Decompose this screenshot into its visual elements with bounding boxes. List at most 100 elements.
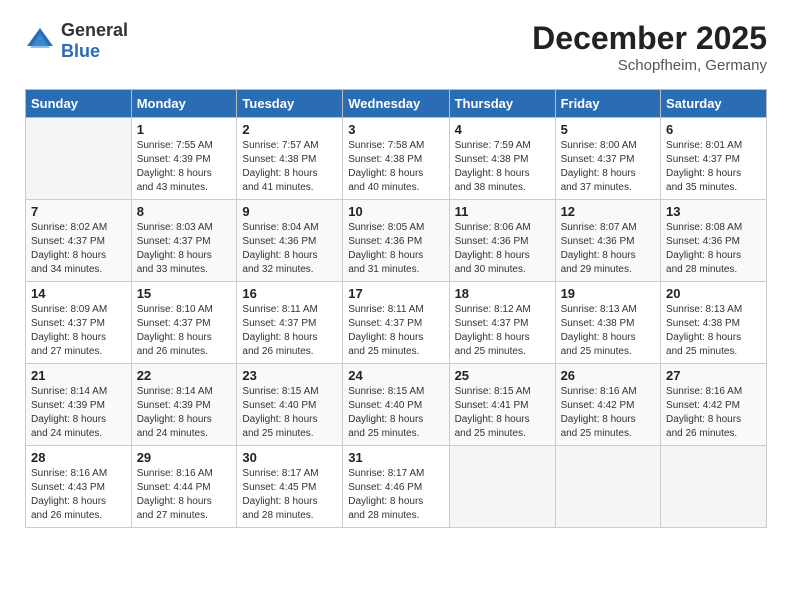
day-number: 24 bbox=[348, 368, 443, 383]
calendar-week-1: 1Sunrise: 7:55 AMSunset: 4:39 PMDaylight… bbox=[26, 118, 767, 200]
day-info: Sunrise: 8:13 AMSunset: 4:38 PMDaylight:… bbox=[561, 303, 655, 359]
day-number: 19 bbox=[561, 286, 655, 301]
day-info: Sunrise: 8:11 AMSunset: 4:37 PMDaylight:… bbox=[242, 303, 337, 359]
day-info: Sunrise: 8:06 AMSunset: 4:36 PMDaylight:… bbox=[455, 221, 550, 277]
calendar-cell: 6 Sunrise: 8:01 AMSunset: 4:37 PMDaylight… bbox=[661, 118, 767, 200]
calendar-cell: 20 Sunrise: 8:13 AMSunset: 4:38 PMDayligh… bbox=[661, 282, 767, 364]
day-number: 7 bbox=[31, 204, 126, 219]
day-info: Sunrise: 8:10 AMSunset: 4:37 PMDaylight:… bbox=[137, 303, 232, 359]
day-number: 14 bbox=[31, 286, 126, 301]
day-number: 31 bbox=[348, 450, 443, 465]
day-info: Sunrise: 7:59 AMSunset: 4:38 PMDaylight:… bbox=[455, 139, 550, 195]
calendar-cell: 31 Sunrise: 8:17 AMSunset: 4:46 PMDayligh… bbox=[343, 446, 449, 528]
day-info: Sunrise: 8:16 AMSunset: 4:42 PMDaylight:… bbox=[666, 385, 761, 441]
calendar-cell: 5 Sunrise: 8:00 AMSunset: 4:37 PMDaylight… bbox=[555, 118, 660, 200]
calendar-week-5: 28 Sunrise: 8:16 AMSunset: 4:43 PMDayligh… bbox=[26, 446, 767, 528]
day-number: 6 bbox=[666, 122, 761, 137]
day-info: Sunrise: 8:17 AMSunset: 4:46 PMDaylight:… bbox=[348, 467, 443, 523]
day-number: 17 bbox=[348, 286, 443, 301]
day-number: 15 bbox=[137, 286, 232, 301]
day-info: Sunrise: 7:58 AMSunset: 4:38 PMDaylight:… bbox=[348, 139, 443, 195]
day-number: 23 bbox=[242, 368, 337, 383]
day-info: Sunrise: 8:15 AMSunset: 4:40 PMDaylight:… bbox=[348, 385, 443, 441]
calendar-cell: 9Sunrise: 8:04 AMSunset: 4:36 PMDaylight… bbox=[237, 200, 343, 282]
day-number: 9 bbox=[242, 204, 337, 219]
day-info: Sunrise: 8:17 AMSunset: 4:45 PMDaylight:… bbox=[242, 467, 337, 523]
logo-icon bbox=[25, 26, 55, 56]
day-number: 30 bbox=[242, 450, 337, 465]
day-info: Sunrise: 8:08 AMSunset: 4:36 PMDaylight:… bbox=[666, 221, 761, 277]
calendar-cell: 3 Sunrise: 7:58 AMSunset: 4:38 PMDaylight… bbox=[343, 118, 449, 200]
column-header-wednesday: Wednesday bbox=[343, 90, 449, 118]
day-info: Sunrise: 7:57 AMSunset: 4:38 PMDaylight:… bbox=[242, 139, 337, 195]
day-number: 27 bbox=[666, 368, 761, 383]
day-number: 16 bbox=[242, 286, 337, 301]
day-info: Sunrise: 8:16 AMSunset: 4:43 PMDaylight:… bbox=[31, 467, 126, 523]
calendar-cell bbox=[661, 446, 767, 528]
day-info: Sunrise: 8:15 AMSunset: 4:41 PMDaylight:… bbox=[455, 385, 550, 441]
day-info: Sunrise: 8:00 AMSunset: 4:37 PMDaylight:… bbox=[561, 139, 655, 195]
day-number: 12 bbox=[561, 204, 655, 219]
day-number: 28 bbox=[31, 450, 126, 465]
calendar-cell: 18 Sunrise: 8:12 AMSunset: 4:37 PMDayligh… bbox=[449, 282, 555, 364]
calendar-cell: 4 Sunrise: 7:59 AMSunset: 4:38 PMDaylight… bbox=[449, 118, 555, 200]
calendar-cell bbox=[26, 118, 132, 200]
day-number: 13 bbox=[666, 204, 761, 219]
day-info: Sunrise: 7:55 AMSunset: 4:39 PMDaylight:… bbox=[137, 139, 232, 195]
day-number: 10 bbox=[348, 204, 443, 219]
day-number: 11 bbox=[455, 204, 550, 219]
day-info: Sunrise: 8:15 AMSunset: 4:40 PMDaylight:… bbox=[242, 385, 337, 441]
day-info: Sunrise: 8:16 AMSunset: 4:44 PMDaylight:… bbox=[137, 467, 232, 523]
calendar-cell: 23 Sunrise: 8:15 AMSunset: 4:40 PMDayligh… bbox=[237, 364, 343, 446]
day-info: Sunrise: 8:03 AMSunset: 4:37 PMDaylight:… bbox=[137, 221, 232, 277]
calendar-cell: 29 Sunrise: 8:16 AMSunset: 4:44 PMDayligh… bbox=[131, 446, 237, 528]
column-header-friday: Friday bbox=[555, 90, 660, 118]
location-subtitle: Schopfheim, Germany bbox=[532, 57, 767, 74]
calendar-cell: 21Sunrise: 8:14 AMSunset: 4:39 PMDayligh… bbox=[26, 364, 132, 446]
day-number: 8 bbox=[137, 204, 232, 219]
calendar-cell bbox=[449, 446, 555, 528]
column-header-tuesday: Tuesday bbox=[237, 90, 343, 118]
day-number: 20 bbox=[666, 286, 761, 301]
calendar-cell: 8 Sunrise: 8:03 AMSunset: 4:37 PMDaylight… bbox=[131, 200, 237, 282]
day-number: 22 bbox=[137, 368, 232, 383]
calendar-header-row: SundayMondayTuesdayWednesdayThursdayFrid… bbox=[26, 90, 767, 118]
column-header-thursday: Thursday bbox=[449, 90, 555, 118]
calendar-body: 1Sunrise: 7:55 AMSunset: 4:39 PMDaylight… bbox=[26, 118, 767, 528]
calendar-cell: 28 Sunrise: 8:16 AMSunset: 4:43 PMDayligh… bbox=[26, 446, 132, 528]
day-number: 29 bbox=[137, 450, 232, 465]
calendar-cell: 24 Sunrise: 8:15 AMSunset: 4:40 PMDayligh… bbox=[343, 364, 449, 446]
calendar-cell: 16 Sunrise: 8:11 AMSunset: 4:37 PMDayligh… bbox=[237, 282, 343, 364]
day-info: Sunrise: 8:01 AMSunset: 4:37 PMDaylight:… bbox=[666, 139, 761, 195]
calendar-week-4: 21 Sunrise: 8:14 AMSunset: 4:39 PMDayligh… bbox=[26, 364, 767, 446]
month-title: December 2025 bbox=[532, 20, 767, 57]
day-info: Sunrise: 8:05 AMSunset: 4:36 PMDaylight:… bbox=[348, 221, 443, 277]
day-info: Sunrise: 8:12 AMSunset: 4:37 PMDaylight:… bbox=[455, 303, 550, 359]
title-block: December 2025 Schopfheim, Germany bbox=[532, 20, 767, 74]
calendar-cell: 1Sunrise: 7:55 AMSunset: 4:39 PMDaylight… bbox=[131, 118, 237, 200]
day-number: 26 bbox=[561, 368, 655, 383]
day-number: 5 bbox=[561, 122, 655, 137]
day-number: 25 bbox=[455, 368, 550, 383]
day-info: Sunrise: 8:07 AMSunset: 4:36 PMDaylight:… bbox=[561, 221, 655, 277]
day-info: Sunrise: 8:11 AMSunset: 4:37 PMDaylight:… bbox=[348, 303, 443, 359]
day-number: 3 bbox=[348, 122, 443, 137]
day-number: 4 bbox=[455, 122, 550, 137]
calendar-cell: 14Sunrise: 8:09 AMSunset: 4:37 PMDayligh… bbox=[26, 282, 132, 364]
column-header-saturday: Saturday bbox=[661, 90, 767, 118]
day-number: 2 bbox=[242, 122, 337, 137]
calendar-cell: 2 Sunrise: 7:57 AMSunset: 4:38 PMDaylight… bbox=[237, 118, 343, 200]
column-header-sunday: Sunday bbox=[26, 90, 132, 118]
calendar-cell: 10 Sunrise: 8:05 AMSunset: 4:36 PMDayligh… bbox=[343, 200, 449, 282]
calendar-cell bbox=[555, 446, 660, 528]
calendar-cell: 13 Sunrise: 8:08 AMSunset: 4:36 PMDayligh… bbox=[661, 200, 767, 282]
day-info: Sunrise: 8:13 AMSunset: 4:38 PMDaylight:… bbox=[666, 303, 761, 359]
calendar-cell: 26 Sunrise: 8:16 AMSunset: 4:42 PMDayligh… bbox=[555, 364, 660, 446]
day-info: Sunrise: 8:16 AMSunset: 4:42 PMDaylight:… bbox=[561, 385, 655, 441]
calendar-cell: 7Sunrise: 8:02 AMSunset: 4:37 PMDaylight… bbox=[26, 200, 132, 282]
day-info: Sunrise: 8:14 AMSunset: 4:39 PMDaylight:… bbox=[137, 385, 232, 441]
calendar-cell: 30 Sunrise: 8:17 AMSunset: 4:45 PMDayligh… bbox=[237, 446, 343, 528]
day-number: 18 bbox=[455, 286, 550, 301]
day-number: 21 bbox=[31, 368, 126, 383]
logo: General Blue bbox=[25, 20, 128, 62]
